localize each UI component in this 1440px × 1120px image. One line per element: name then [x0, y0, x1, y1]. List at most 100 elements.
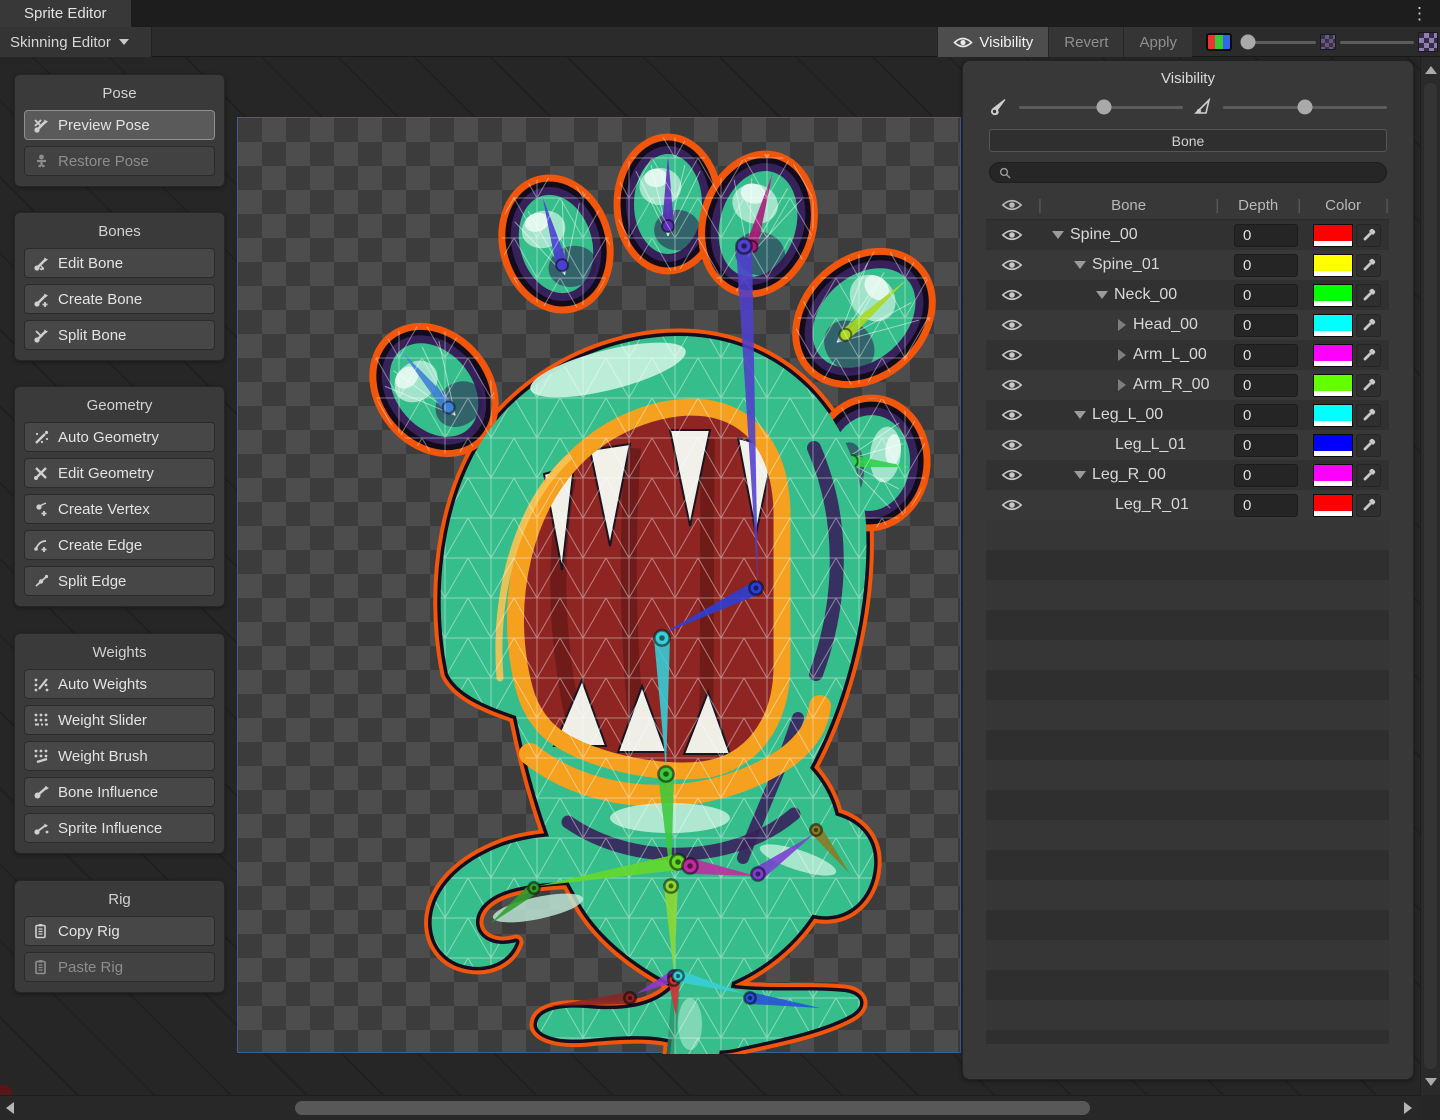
depth-input[interactable]: 0 — [1234, 404, 1298, 427]
horizontal-scrollbar[interactable] — [0, 1095, 1440, 1120]
eyedropper-button[interactable] — [1356, 344, 1381, 367]
visibility-eye-toggle[interactable] — [986, 288, 1038, 302]
alpha-slider[interactable] — [1244, 41, 1316, 44]
paste-rig-button[interactable]: Paste Rig — [24, 952, 215, 982]
foldout-closed-icon[interactable] — [1118, 319, 1126, 331]
kebab-menu-icon[interactable]: ⋮ — [1411, 1, 1428, 26]
bone-row-arm_l_00[interactable]: Arm_L_00 0 — [986, 340, 1389, 370]
bone-name-cell[interactable]: Head_00 — [1038, 316, 1227, 334]
bone-color-swatch[interactable] — [1313, 494, 1353, 517]
eyedropper-button[interactable] — [1356, 254, 1381, 277]
depth-input[interactable]: 0 — [1234, 464, 1298, 487]
bone-row-neck_00[interactable]: Neck_000 — [986, 280, 1389, 310]
visibility-eye-toggle[interactable] — [986, 498, 1038, 512]
copy-rig-button[interactable]: Copy Rig — [24, 916, 215, 946]
eye-icon[interactable] — [1001, 438, 1023, 452]
bone-name-cell[interactable]: Neck_00 — [1038, 286, 1227, 304]
eyedropper-button[interactable] — [1356, 494, 1381, 517]
eyedropper-button[interactable] — [1356, 434, 1381, 457]
bone-row-leg_r_01[interactable]: Leg_R_01 0 — [986, 490, 1389, 520]
bone-tab[interactable]: Bone — [989, 129, 1387, 152]
bone-color-swatch[interactable] — [1313, 314, 1353, 337]
bone-row-spine_01[interactable]: Spine_010 — [986, 250, 1389, 280]
depth-input[interactable]: 0 — [1234, 224, 1298, 247]
sprite-influence-button[interactable]: Sprite Influence — [24, 813, 215, 843]
bone-row-arm_r_00[interactable]: Arm_R_00 0 — [986, 370, 1389, 400]
eyedropper-button[interactable] — [1356, 374, 1381, 397]
bone-row-leg_l_00[interactable]: Leg_L_00 0 — [986, 400, 1389, 430]
eyedropper-button[interactable] — [1356, 284, 1381, 307]
tab-sprite-editor[interactable]: Sprite Editor — [0, 0, 131, 27]
foldout-open-icon[interactable] — [1074, 261, 1086, 269]
visibility-eye-toggle[interactable] — [986, 228, 1038, 242]
depth-input[interactable]: 0 — [1234, 314, 1298, 337]
foldout-open-icon[interactable] — [1096, 291, 1108, 299]
weight-slider-button[interactable]: Weight Slider — [24, 705, 215, 735]
bone-search[interactable] — [989, 162, 1387, 183]
foldout-closed-icon[interactable] — [1118, 349, 1126, 361]
bone-name-cell[interactable]: Leg_L_00 — [1038, 406, 1227, 424]
eye-icon[interactable] — [1001, 378, 1023, 392]
foldout-open-icon[interactable] — [1074, 411, 1086, 419]
eyedropper-button[interactable] — [1356, 404, 1381, 427]
horizontal-scrollbar-thumb[interactable] — [295, 1101, 1090, 1115]
eyedropper-button[interactable] — [1356, 224, 1381, 247]
eye-icon[interactable] — [1001, 258, 1023, 272]
edit-geometry-button[interactable]: Edit Geometry — [24, 458, 215, 488]
bone-color-swatch[interactable] — [1313, 224, 1353, 247]
visibility-eye-toggle[interactable] — [986, 258, 1038, 272]
mip-slider[interactable] — [1340, 41, 1414, 44]
foldout-open-icon[interactable] — [1052, 231, 1064, 239]
apply-button[interactable]: Apply — [1123, 27, 1192, 57]
mesh-opacity-knob[interactable] — [1298, 100, 1313, 115]
bone-color-swatch[interactable] — [1313, 374, 1353, 397]
bone-color-swatch[interactable] — [1313, 404, 1353, 427]
depth-input[interactable]: 0 — [1234, 374, 1298, 397]
bone-row-leg_r_00[interactable]: Leg_R_00 0 — [986, 460, 1389, 490]
skinning-editor-dropdown[interactable]: Skinning Editor — [0, 27, 152, 57]
visibility-eye-toggle[interactable] — [986, 318, 1038, 332]
preview-pose-button[interactable]: Preview Pose — [24, 110, 215, 140]
mesh-opacity-slider[interactable] — [1223, 106, 1387, 109]
visibility-toggle-button[interactable]: Visibility — [937, 27, 1048, 57]
eye-icon[interactable] — [1001, 348, 1023, 362]
depth-input[interactable]: 0 — [1234, 434, 1298, 457]
eyedropper-button[interactable] — [1356, 314, 1381, 337]
create-vertex-button[interactable]: Create Vertex — [24, 494, 215, 524]
rgb-channels-icon[interactable] — [1206, 33, 1232, 51]
bone-color-swatch[interactable] — [1313, 254, 1353, 277]
bone-name-cell[interactable]: Arm_R_00 — [1038, 376, 1227, 394]
alpha-slider-knob[interactable] — [1240, 35, 1255, 50]
edit-bone-button[interactable]: Edit Bone — [24, 248, 215, 278]
visibility-eye-toggle[interactable] — [986, 468, 1038, 482]
depth-input[interactable]: 0 — [1234, 344, 1298, 367]
scroll-down-icon[interactable] — [1425, 1078, 1437, 1086]
bone-name-cell[interactable]: Leg_R_00 — [1038, 466, 1227, 484]
vertical-scrollbar[interactable] — [1420, 57, 1440, 1095]
eye-icon[interactable] — [1001, 408, 1023, 422]
bone-color-swatch[interactable] — [1313, 464, 1353, 487]
create-bone-button[interactable]: Create Bone — [24, 284, 215, 314]
bone-opacity-slider[interactable] — [1019, 106, 1183, 109]
revert-button[interactable]: Revert — [1048, 27, 1123, 57]
scroll-right-icon[interactable] — [1404, 1102, 1412, 1114]
visibility-eye-toggle[interactable] — [986, 378, 1038, 392]
sprite-canvas[interactable] — [237, 117, 961, 1053]
create-edge-button[interactable]: Create Edge — [24, 530, 215, 560]
scroll-up-icon[interactable] — [1425, 66, 1437, 74]
bone-name-cell[interactable]: Leg_R_01 — [1038, 496, 1227, 514]
bone-row-head_00[interactable]: Head_00 0 — [986, 310, 1389, 340]
eye-icon[interactable] — [1001, 468, 1023, 482]
auto-weights-button[interactable]: Auto Weights — [24, 669, 215, 699]
depth-input[interactable]: 0 — [1234, 494, 1298, 517]
depth-input[interactable]: 0 — [1234, 254, 1298, 277]
eye-icon[interactable] — [1001, 318, 1023, 332]
split-bone-button[interactable]: Split Bone — [24, 320, 215, 350]
bone-name-cell[interactable]: Arm_L_00 — [1038, 346, 1227, 364]
bone-search-input[interactable] — [1017, 164, 1377, 181]
eye-icon[interactable] — [1001, 288, 1023, 302]
bone-opacity-knob[interactable] — [1097, 100, 1112, 115]
bone-influence-button[interactable]: Bone Influence — [24, 777, 215, 807]
bone-color-swatch[interactable] — [1313, 284, 1353, 307]
visibility-eye-toggle[interactable] — [986, 348, 1038, 362]
